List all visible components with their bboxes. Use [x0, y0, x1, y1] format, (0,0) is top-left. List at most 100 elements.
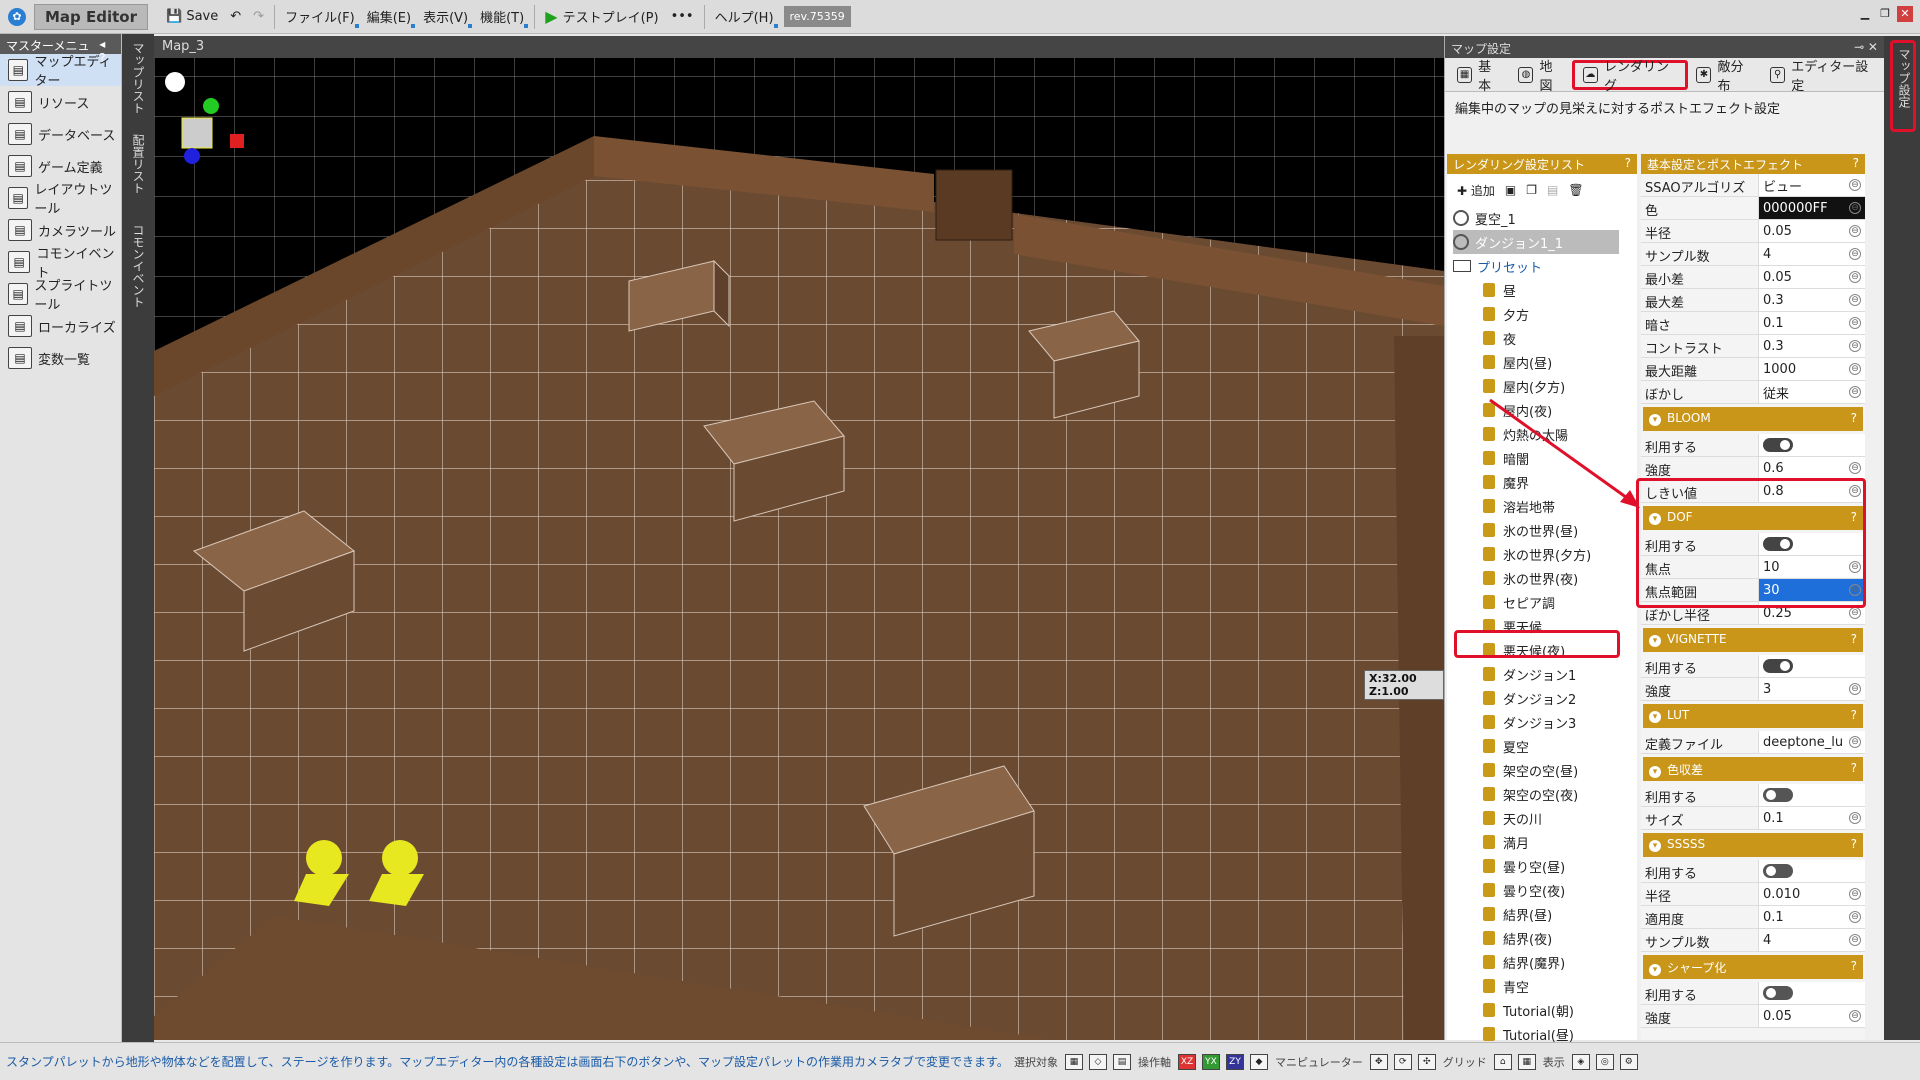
spin-icon[interactable]: ⊖ — [1849, 179, 1861, 191]
preset-item[interactable]: 結界(夜) — [1453, 926, 1637, 950]
spin-icon[interactable]: ⊖ — [1849, 888, 1861, 900]
manipulator-icon[interactable]: ◆ — [1250, 1053, 1268, 1070]
preset-item[interactable]: ダンジョン1 — [1453, 662, 1637, 686]
prop-row[interactable]: コントラスト 0.3 ⊖ — [1641, 335, 1865, 358]
display-icon-2[interactable]: ◎ — [1595, 1053, 1614, 1070]
prop-row[interactable]: 最大距離 1000 ⊖ — [1641, 358, 1865, 381]
prop-row[interactable]: 最大差 0.3 ⊖ — [1641, 289, 1865, 312]
prop-row[interactable]: 利用する — [1641, 533, 1865, 556]
prop-row[interactable]: 定義ファイル deeptone_lu ⊖ — [1641, 731, 1865, 754]
preset-item[interactable]: 満月 — [1453, 830, 1637, 854]
menu-func[interactable]: 機能(T) — [474, 4, 530, 30]
prop-row[interactable]: 最小差 0.05 ⊖ — [1641, 266, 1865, 289]
spin-icon[interactable]: ⊖ — [1849, 934, 1861, 946]
yx-icon[interactable]: YX — [1202, 1053, 1220, 1070]
menu-item-8[interactable]: ▤ ローカライズ — [0, 310, 121, 342]
section-header[interactable]: ▾ シャープ化? — [1643, 955, 1863, 979]
prop-row[interactable]: 利用する — [1641, 784, 1865, 807]
preset-item[interactable]: 青空 — [1453, 974, 1637, 998]
spin-icon[interactable]: ⊖ — [1849, 363, 1861, 375]
minimize-icon[interactable]: ▁ — [1857, 6, 1873, 22]
preset-item[interactable]: 昼 — [1453, 278, 1637, 302]
spin-icon[interactable]: ⊖ — [1849, 607, 1861, 619]
section-header[interactable]: ▾ DOF? — [1643, 506, 1863, 530]
tab-enemy[interactable]: ✱ 敵分布 — [1688, 60, 1762, 94]
display-icon-1[interactable]: ◈ — [1571, 1053, 1590, 1070]
zy-icon[interactable]: ZY — [1226, 1053, 1244, 1070]
spin-icon[interactable]: ⊖ — [1849, 294, 1861, 306]
preset-item[interactable]: 架空の空(昼) — [1453, 758, 1637, 782]
object-icon[interactable]: ◇ — [1089, 1053, 1107, 1070]
grid-toggle-icon[interactable]: ⌂ — [1493, 1053, 1512, 1070]
preset-item[interactable]: 架空の空(夜) — [1453, 782, 1637, 806]
viewport-tab[interactable]: Map_3 — [154, 36, 1444, 58]
preset-folder[interactable]: プリセット — [1453, 254, 1637, 278]
xz-icon[interactable]: XZ — [1178, 1053, 1196, 1070]
prop-row[interactable]: サンプル数 4 ⊖ — [1641, 243, 1865, 266]
spin-icon[interactable]: ⊖ — [1849, 584, 1861, 596]
custom-setting-item[interactable]: 夏空_1 — [1453, 206, 1637, 230]
tab-map-list[interactable]: マップリスト — [130, 42, 147, 114]
map-viewport[interactable]: Map_3 X:32.00 Z:1.00 — [154, 36, 1444, 1040]
spin-icon[interactable]: ⊖ — [1849, 736, 1861, 748]
prop-row[interactable]: 強度 0.6 ⊖ — [1641, 457, 1865, 480]
undo-button[interactable]: ↶ — [224, 4, 247, 30]
add-button[interactable]: ✚ 追加 — [1457, 182, 1495, 199]
preset-item[interactable]: 氷の世界(夕方) — [1453, 542, 1637, 566]
menu-item-3[interactable]: ▤ ゲーム定義 — [0, 150, 121, 182]
preset-item[interactable]: 夕方 — [1453, 302, 1637, 326]
rotate-icon[interactable]: ⟳ — [1393, 1053, 1412, 1070]
preset-item[interactable]: 屋内(昼) — [1453, 350, 1637, 374]
toggle-switch[interactable] — [1763, 986, 1793, 1000]
pin-icon[interactable]: ⊸ ✕ — [1854, 40, 1878, 54]
more-button[interactable]: ••• — [665, 4, 700, 30]
prop-row[interactable]: 利用する — [1641, 434, 1865, 457]
tab-placement-list[interactable]: 配置リスト — [130, 134, 147, 194]
section-header[interactable]: ▾ VIGNETTE? — [1643, 628, 1863, 652]
preset-item[interactable]: 悪天候(夜) — [1453, 638, 1637, 662]
prop-row[interactable]: サンプル数 4 ⊖ — [1641, 929, 1865, 952]
menu-help[interactable]: ヘルプ(H) — [709, 4, 780, 30]
menu-item-5[interactable]: ▤ カメラツール — [0, 214, 121, 246]
tab-map-settings[interactable]: マップ設定 — [1896, 48, 1913, 108]
spin-icon[interactable]: ⊖ — [1849, 911, 1861, 923]
spin-icon[interactable]: ⊖ — [1849, 340, 1861, 352]
preset-item[interactable]: 曇り空(昼) — [1453, 854, 1637, 878]
prop-row[interactable]: 利用する — [1641, 655, 1865, 678]
save-button[interactable]: 💾 Save — [160, 4, 224, 30]
menu-item-4[interactable]: ▤ レイアウトツール — [0, 182, 121, 217]
preset-item[interactable]: Tutorial(朝) — [1453, 998, 1637, 1022]
menu-item-1[interactable]: ▤ リソース — [0, 86, 121, 118]
prop-row[interactable]: 半径 0.010 ⊖ — [1641, 883, 1865, 906]
prop-row[interactable]: ぼかし半径 0.25 ⊖ — [1641, 602, 1865, 625]
paste-icon[interactable]: ▤ — [1547, 183, 1558, 197]
section-header[interactable]: ▾ LUT? — [1643, 704, 1863, 728]
preset-item[interactable]: 夜 — [1453, 326, 1637, 350]
tab-rendering[interactable]: ☁ レンダリング — [1571, 59, 1689, 94]
toggle-switch[interactable] — [1763, 788, 1793, 802]
menu-item-6[interactable]: ▤ コモンイベント — [0, 246, 121, 281]
testplay-button[interactable]: ▶ テストプレイ(P) — [539, 4, 664, 30]
preset-item[interactable]: 氷の世界(昼) — [1453, 518, 1637, 542]
tab-map[interactable]: ◍ 地図 — [1510, 60, 1571, 94]
spin-icon[interactable]: ⊖ — [1849, 271, 1861, 283]
spin-icon[interactable]: ⊖ — [1849, 1010, 1861, 1022]
menu-view[interactable]: 表示(V) — [417, 4, 474, 30]
trash-icon[interactable]: 🗑 — [1568, 183, 1583, 197]
menu-item-7[interactable]: ▤ スプライトツール — [0, 278, 121, 313]
prop-row[interactable]: 焦点 10 ⊖ — [1641, 556, 1865, 579]
restore-icon[interactable]: ❐ — [1877, 6, 1893, 22]
spin-icon[interactable]: ⊖ — [1849, 386, 1861, 398]
prop-row[interactable]: 色 000000FF ⊖ — [1641, 197, 1865, 220]
copy-icon[interactable]: ❐ — [1526, 183, 1537, 197]
redo-button[interactable]: ↷ — [247, 4, 270, 30]
preset-item[interactable]: ダンジョン2 — [1453, 686, 1637, 710]
menu-item-2[interactable]: ▤ データベース — [0, 118, 121, 150]
layer-icon[interactable]: ▤ — [1113, 1053, 1131, 1070]
toggle-switch[interactable] — [1763, 659, 1793, 673]
preset-item[interactable]: 悪天候 — [1453, 614, 1637, 638]
prop-row[interactable]: ぼかし 従来 ⊖ — [1641, 381, 1865, 404]
preset-item[interactable]: 曇り空(夜) — [1453, 878, 1637, 902]
section-header[interactable]: ▾ BLOOM? — [1643, 407, 1863, 431]
prop-row[interactable]: 利用する — [1641, 860, 1865, 883]
